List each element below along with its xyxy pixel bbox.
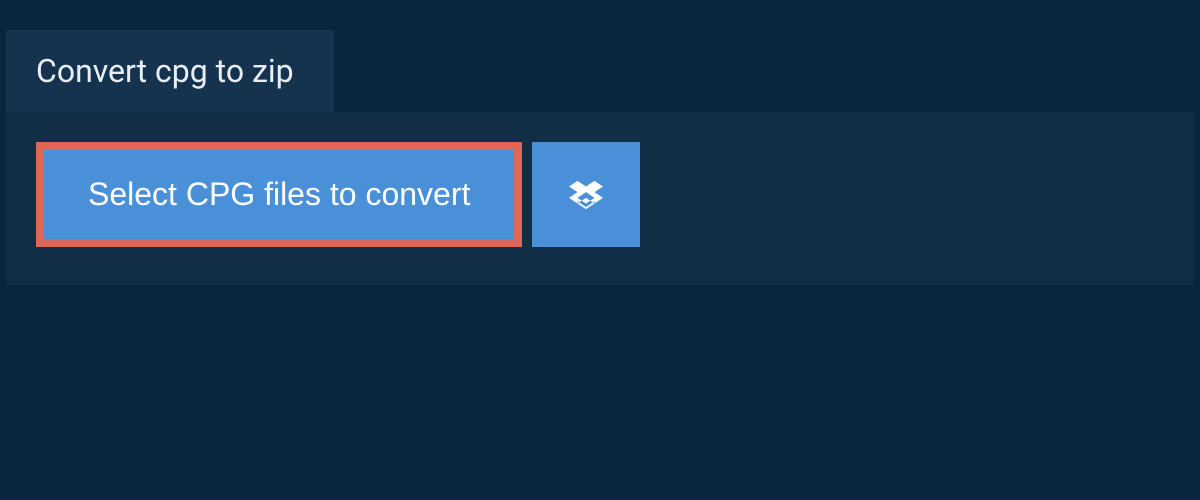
converter-panel: Select CPG files to convert [6, 112, 1194, 285]
select-files-button[interactable]: Select CPG files to convert [44, 150, 514, 239]
select-button-highlight: Select CPG files to convert [36, 142, 522, 247]
dropbox-icon [569, 178, 603, 212]
dropbox-button[interactable] [532, 142, 640, 247]
tab-title: Convert cpg to zip [6, 30, 334, 112]
